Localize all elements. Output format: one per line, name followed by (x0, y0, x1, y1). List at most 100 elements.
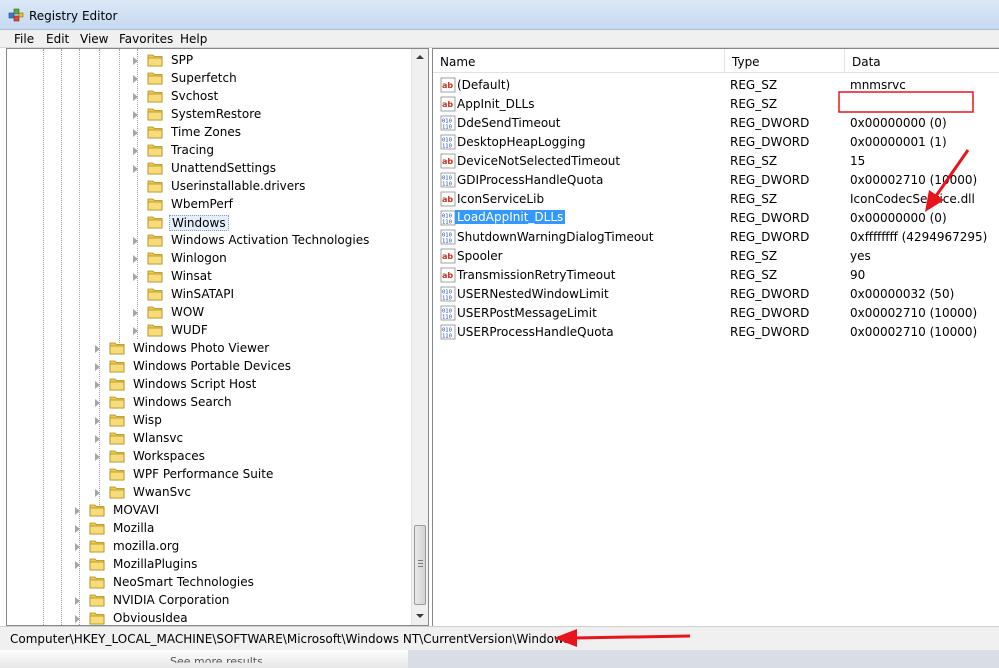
value-name: DdeSendTimeout (457, 116, 561, 130)
folder-icon (89, 576, 105, 589)
tree-node[interactable]: WUDF (7, 322, 407, 340)
tree-node[interactable]: Mozilla (7, 520, 407, 538)
tree-node[interactable]: Svchost (7, 88, 407, 106)
tree-node[interactable]: Time Zones (7, 124, 407, 142)
tree-node[interactable]: WPF Performance Suite (7, 466, 407, 484)
tree-node[interactable]: Winsat (7, 268, 407, 286)
tree-vertical-scrollbar[interactable] (411, 49, 428, 625)
tree-node[interactable]: Tracing (7, 142, 407, 160)
menu-view[interactable]: View (80, 32, 108, 46)
expand-arrow-icon[interactable] (95, 345, 100, 353)
expand-arrow-icon[interactable] (95, 363, 100, 371)
tree-node[interactable]: Windows Portable Devices (7, 358, 407, 376)
expand-arrow-icon[interactable] (75, 525, 80, 533)
value-type: REG_DWORD (730, 173, 810, 187)
value-row[interactable]: ab Spooler REG_SZ yes (433, 247, 999, 266)
tree-node[interactable]: Windows Script Host (7, 376, 407, 394)
column-header-type[interactable]: Type (725, 49, 845, 73)
value-row[interactable]: 010 110 DdeSendTimeout REG_DWORD 0x00000000 … (433, 114, 999, 133)
expand-arrow-icon[interactable] (133, 327, 138, 335)
tree-node[interactable]: Windows Photo Viewer (7, 340, 407, 358)
tree-node[interactable]: MozillaPlugins (7, 556, 407, 574)
registry-values-list[interactable]: Name Type Data ab (Default) REG_SZ mnmsrvc a… (432, 48, 999, 626)
menu-edit[interactable]: Edit (46, 32, 69, 46)
tree-node-label: NeoSmart Technologies (113, 575, 254, 589)
value-row[interactable]: 010 110 USERPostMessageLimit REG_DWORD 0x000… (433, 304, 999, 323)
tree-node[interactable]: NeoSmart Technologies (7, 574, 407, 592)
column-header-data[interactable]: Data (845, 49, 999, 73)
tree-node[interactable]: UnattendSettings (7, 160, 407, 178)
menu-file[interactable]: File (14, 32, 34, 46)
value-row[interactable]: 010 110 USERNestedWindowLimit REG_DWORD 0x00… (433, 285, 999, 304)
value-row[interactable]: 010 110 DesktopHeapLogging REG_DWORD 0x00000… (433, 133, 999, 152)
expand-arrow-icon[interactable] (75, 615, 80, 623)
expand-arrow-icon[interactable] (95, 435, 100, 443)
value-row[interactable]: 010 110 GDIProcessHandleQuota REG_DWORD 0x00… (433, 171, 999, 190)
value-name: DeviceNotSelectedTimeout (457, 154, 621, 168)
expand-arrow-icon[interactable] (133, 237, 138, 245)
tree-node[interactable]: Windows (7, 214, 407, 232)
value-row[interactable]: ab (Default) REG_SZ mnmsrvc (433, 76, 999, 95)
value-row[interactable]: 010 110 USERProcessHandleQuota REG_DWORD 0x0… (433, 323, 999, 342)
expand-arrow-icon[interactable] (95, 399, 100, 407)
tree-node[interactable]: Windows Search (7, 394, 407, 412)
registry-key-tree[interactable]: SPP Superfetch Svchost SystemRestore Time Zo… (6, 48, 429, 626)
tree-node[interactable]: ObviousIdea (7, 610, 407, 625)
tree-node-label: Windows Script Host (133, 377, 257, 391)
tree-node[interactable]: MOVAVI (7, 502, 407, 520)
tree-node[interactable]: Windows Activation Technologies (7, 232, 407, 250)
tree-node[interactable]: Workspaces (7, 448, 407, 466)
tree-node[interactable]: WwanSvc (7, 484, 407, 502)
expand-arrow-icon[interactable] (133, 255, 138, 263)
tree-node[interactable]: WbemPerf (7, 196, 407, 214)
expand-arrow-icon[interactable] (95, 381, 100, 389)
tree-node[interactable]: WOW (7, 304, 407, 322)
expand-arrow-icon[interactable] (75, 507, 80, 515)
expand-arrow-icon[interactable] (133, 129, 138, 137)
value-row[interactable]: ab AppInit_DLLs REG_SZ (433, 95, 999, 114)
expand-arrow-icon[interactable] (133, 165, 138, 173)
expand-arrow-icon[interactable] (75, 597, 80, 605)
scroll-up-button[interactable] (412, 49, 428, 66)
expand-arrow-icon[interactable] (95, 489, 100, 497)
expand-arrow-icon[interactable] (133, 309, 138, 317)
tree-node[interactable]: Wisp (7, 412, 407, 430)
value-row[interactable]: 010 110 ShutdownWarningDialogTimeout REG_DW… (433, 228, 999, 247)
expand-arrow-icon[interactable] (75, 561, 80, 569)
expand-arrow-icon[interactable] (133, 75, 138, 83)
tree-node[interactable]: WinSATAPI (7, 286, 407, 304)
value-row[interactable]: ab IconServiceLib REG_SZ IconCodecService.d… (433, 190, 999, 209)
expand-arrow-icon[interactable] (133, 93, 138, 101)
tree-node[interactable]: SystemRestore (7, 106, 407, 124)
folder-icon (89, 522, 105, 535)
expand-arrow-icon[interactable] (133, 111, 138, 119)
value-row[interactable]: 010 110 LoadAppInit_DLLs REG_DWORD 0x0000000… (433, 209, 999, 228)
scroll-thumb[interactable] (414, 525, 426, 605)
value-row[interactable]: ab TransmissionRetryTimeout REG_SZ 90 (433, 266, 999, 285)
expand-arrow-icon[interactable] (95, 417, 100, 425)
grip-line-icon (418, 560, 423, 561)
expand-arrow-icon[interactable] (133, 57, 138, 65)
tree-node[interactable]: Wlansvc (7, 430, 407, 448)
tree-node[interactable]: Winlogon (7, 250, 407, 268)
folder-icon (147, 162, 163, 175)
tree-node[interactable]: SPP (7, 52, 407, 70)
tree-node[interactable]: mozilla.org (7, 538, 407, 556)
expand-arrow-icon[interactable] (133, 273, 138, 281)
tree-node[interactable]: Superfetch (7, 70, 407, 88)
tree-node[interactable]: NVIDIA Corporation (7, 592, 407, 610)
string-value-icon: ab (440, 77, 456, 93)
value-row[interactable]: ab DeviceNotSelectedTimeout REG_SZ 15 (433, 152, 999, 171)
scroll-down-button[interactable] (412, 608, 428, 625)
column-header-name[interactable]: Name (433, 49, 725, 73)
value-name: AppInit_DLLs (457, 97, 535, 111)
tree-node-label: Windows Portable Devices (133, 359, 291, 373)
expand-arrow-icon[interactable] (95, 453, 100, 461)
menu-favorites[interactable]: Favorites (119, 32, 173, 46)
folder-icon (89, 504, 105, 517)
expand-arrow-icon[interactable] (133, 147, 138, 155)
menu-help[interactable]: Help (180, 32, 207, 46)
expand-arrow-icon[interactable] (75, 543, 80, 551)
tree-node[interactable]: Userinstallable.drivers (7, 178, 407, 196)
tree-node-label: Userinstallable.drivers (171, 179, 306, 193)
